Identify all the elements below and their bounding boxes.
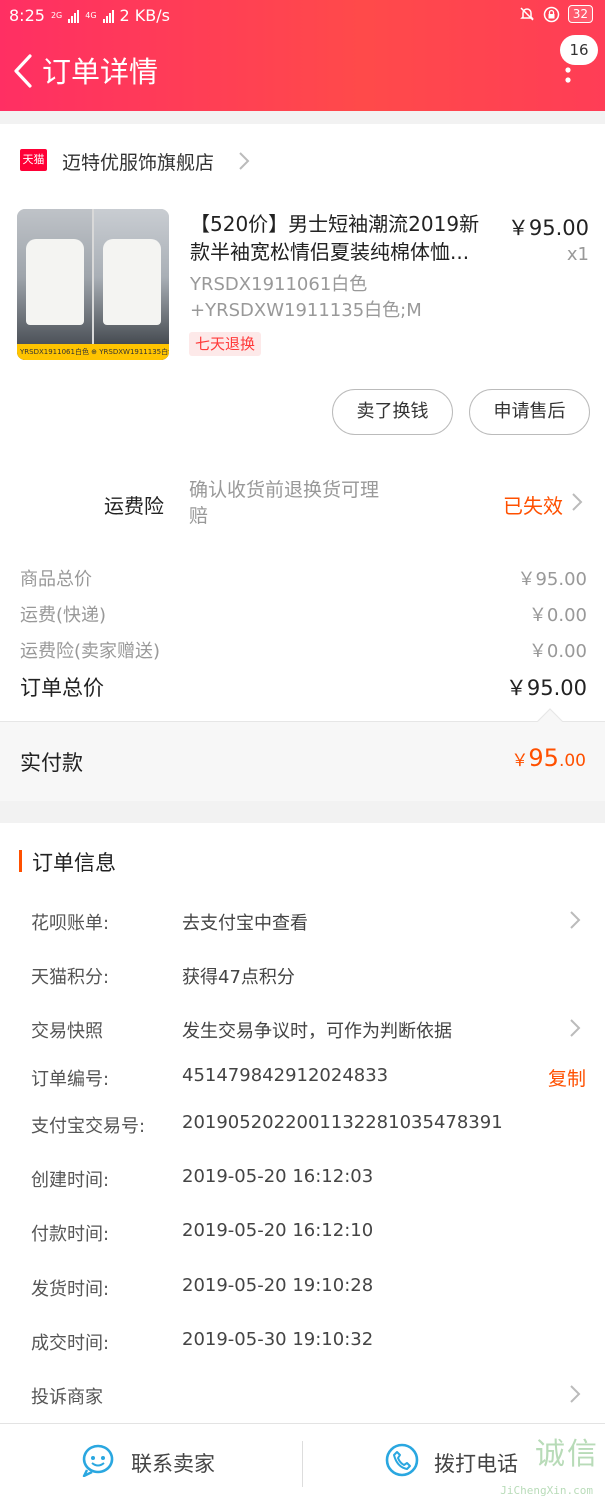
- signal-icon: [68, 9, 80, 23]
- info-row-paid: 付款时间: 2019-05-20 16:12:10: [31, 1220, 374, 1245]
- chevron-right-icon: [239, 152, 250, 170]
- chevron-right-icon: [570, 1385, 581, 1403]
- watermark-cn: 诚信: [535, 1437, 599, 1472]
- network-speed: 2 KB/s: [119, 6, 170, 25]
- chevron-right-icon[interactable]: [571, 492, 583, 512]
- chat-bubble-icon: [82, 1444, 114, 1477]
- more-vertical-icon[interactable]: [563, 66, 573, 86]
- chevron-right-icon: [570, 911, 581, 929]
- info-row-created: 创建时间: 2019-05-20 16:12:03: [31, 1166, 374, 1191]
- product-quantity: x1: [566, 244, 589, 265]
- fee-row-goods: 商品总价 ￥95.00: [20, 569, 587, 590]
- network-tag-2g: 2G: [50, 10, 63, 20]
- order-info-title: 订单信息: [32, 851, 116, 875]
- tmall-logo: 天猫: [20, 149, 47, 171]
- fee-row-insurance: 运费险(卖家赠送) ￥0.00: [20, 641, 587, 662]
- page-title: 订单详情: [42, 55, 159, 89]
- info-row-completed: 成交时间: 2019-05-30 19:10:32: [31, 1329, 374, 1354]
- section-accent-bar: [19, 850, 22, 872]
- chevron-right-icon: [570, 1019, 581, 1037]
- info-row-alipay-number: 支付宝交易号: 2019052022001132281035478391: [31, 1112, 503, 1137]
- network-tag-4g: 4G: [85, 10, 97, 20]
- info-row-points: 天猫积分: 获得47点积分: [31, 967, 295, 988]
- watermark: 诚信 JiChengXin.com: [487, 1426, 605, 1500]
- product-title[interactable]: 【520价】男士短袖潮流2019新 款半袖宽松情侣夏装纯棉体恤...: [190, 210, 495, 266]
- product-sku: YRSDX1911061白色 +YRSDXW1911135白色;M: [190, 272, 500, 324]
- info-row-complaint[interactable]: 投诉商家: [0, 1375, 605, 1415]
- info-row-huabei[interactable]: 花呗账单: 去支付宝中查看: [0, 901, 605, 941]
- order-total-row: 订单总价 ￥95.00: [20, 672, 587, 702]
- lock-rotation-icon: [543, 6, 559, 22]
- product-title-line2: 款半袖宽松情侣夏装纯棉体恤...: [190, 240, 470, 264]
- sku-line1: YRSDX1911061白色: [190, 274, 368, 295]
- order-total-value: ￥95.00: [505, 676, 587, 700]
- status-time: 8:25: [9, 6, 45, 25]
- shipping-insurance-label: 运费险: [104, 494, 164, 518]
- signal-icon-2: [102, 9, 114, 23]
- product-price: ￥95.00: [507, 216, 589, 240]
- battery-indicator: 32: [567, 5, 593, 23]
- product-title-line1: 【520价】男士短袖潮流2019新: [190, 212, 480, 236]
- info-row-snapshot[interactable]: 交易快照 发生交易争议时，可作为判断依据: [0, 1009, 605, 1049]
- sell-for-cash-button[interactable]: 卖了换钱: [332, 389, 453, 435]
- fee-row-shipping: 运费(快递) ￥0.00: [20, 605, 587, 626]
- message-count-badge[interactable]: 16: [560, 35, 598, 65]
- copy-order-number-button[interactable]: 复制: [548, 1064, 586, 1091]
- shipping-insurance-desc: 确认收货前退换货可理 赔: [189, 479, 380, 527]
- product-thumbnail[interactable]: YRSDX1911061白色 ⊕ YRSDXW1911135白色: [17, 209, 169, 360]
- amount-paid-value: ￥95.00: [511, 744, 586, 772]
- insurance-status[interactable]: 已失效: [503, 490, 563, 519]
- status-bar: 8:25 2G 4G 2 KB/s 32: [0, 0, 605, 32]
- thumbnail-sku-strip: YRSDX1911061白色 ⊕ YRSDXW1911135白色: [17, 344, 169, 360]
- back-arrow-icon[interactable]: [10, 53, 38, 89]
- contact-seller-label: 联系卖家: [131, 1452, 215, 1476]
- info-row-shipped: 发货时间: 2019-05-20 19:10:28: [31, 1275, 374, 1300]
- order-card: 天猫 迈特优服饰旗舰店 YRSDX1911061白色 ⊕ YRSDXW19111…: [0, 124, 605, 801]
- amount-paid-label: 实付款: [20, 751, 83, 775]
- info-row-order-number: 订单编号: 451479842912024833 复制: [31, 1064, 586, 1091]
- watermark-en: JiChengXin.com: [500, 1484, 593, 1497]
- order-info-section: 订单信息 花呗账单: 去支付宝中查看 天猫积分: 获得47点积分 交易快照 发生…: [0, 823, 605, 1423]
- sku-line2: +YRSDXW1911135白色;M: [190, 300, 422, 321]
- contact-seller-button[interactable]: 联系卖家: [0, 1424, 302, 1500]
- phone-icon: [385, 1443, 419, 1477]
- shop-name[interactable]: 迈特优服饰旗舰店: [62, 148, 214, 175]
- mute-bell-icon: [519, 7, 534, 21]
- shop-row[interactable]: 天猫 迈特优服饰旗舰店: [0, 124, 605, 198]
- seven-day-return-tag: 七天退换: [189, 332, 262, 356]
- amount-paid-box: 实付款 ￥95.00: [0, 708, 605, 801]
- app-header: 8:25 2G 4G 2 KB/s 32 订单详情 16: [0, 0, 605, 111]
- after-sale-button[interactable]: 申请售后: [469, 389, 590, 435]
- order-total-label: 订单总价: [20, 676, 104, 700]
